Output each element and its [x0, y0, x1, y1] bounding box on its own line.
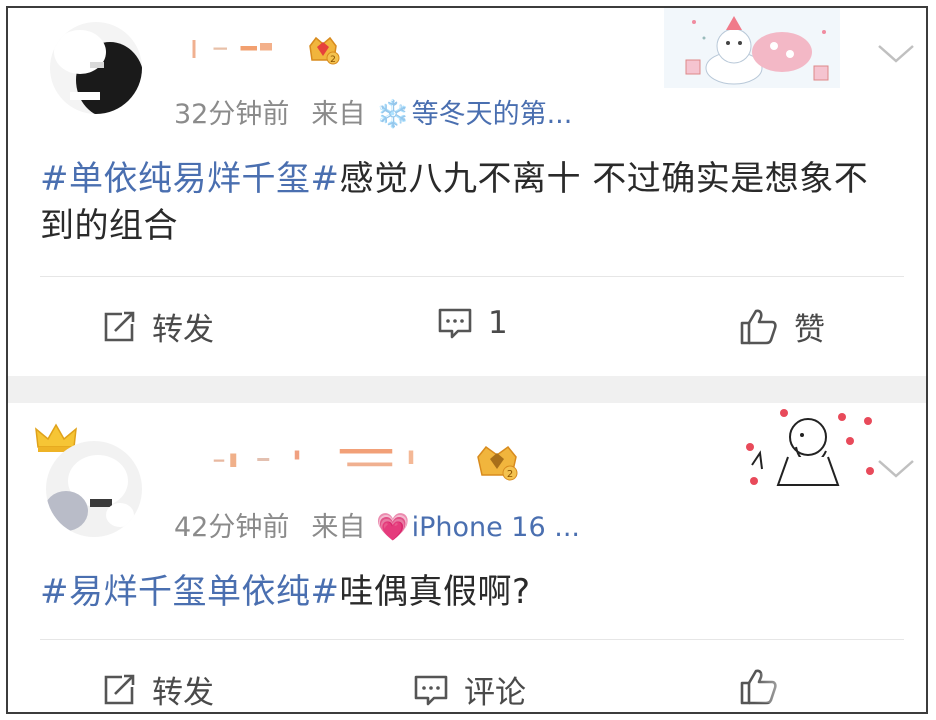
repost-button[interactable]: 转发: [100, 667, 214, 712]
feed-frame: 2 32分钟前 来自 ❄️等冬天的第... #单依纯易烊千玺#感觉八九不离十 不…: [6, 6, 928, 714]
hashtag-link[interactable]: #易烊千玺单依纯#: [40, 572, 339, 612]
divider: [40, 276, 904, 277]
weibo-post: 2 42分钟前 来自 💗iPhone 16 ... #易烊千玺单依纯#哇偶真假啊?: [8, 403, 926, 712]
like-label: 赞: [794, 312, 825, 348]
crown-badge-icon: 2: [477, 445, 518, 481]
comment-label: 评论: [464, 675, 526, 711]
post-source[interactable]: 等冬天的第...: [412, 99, 573, 130]
snowman-decoration: [664, 8, 840, 88]
avatar[interactable]: [46, 441, 142, 537]
like-icon: [740, 309, 777, 344]
divider: [40, 639, 904, 640]
repost-button[interactable]: 转发: [100, 304, 214, 349]
comment-icon: [438, 308, 472, 339]
username-blurred[interactable]: [176, 443, 466, 473]
post-text: #易烊千玺单依纯#哇偶真假啊?: [40, 569, 898, 616]
comment-icon: [414, 675, 448, 705]
like-button[interactable]: 赞: [738, 304, 825, 349]
crown-badge-icon: 2: [309, 36, 340, 65]
weibo-post: 2 32分钟前 来自 ❄️等冬天的第... #单依纯易烊千玺#感觉八九不离十 不…: [8, 8, 926, 376]
post-body: 哇偶真假啊?: [339, 572, 531, 612]
comment-count: 1: [488, 305, 508, 341]
from-label: 来自: [311, 512, 366, 543]
cartoon-decoration: [746, 409, 874, 486]
post-separator: [8, 376, 926, 403]
from-label: 来自: [311, 99, 366, 130]
post-text: #单依纯易烊千玺#感觉八九不离十 不过确实是想象不到的组合: [40, 156, 898, 250]
svg-text:2: 2: [507, 469, 513, 480]
repost-icon: [104, 674, 135, 704]
comment-button[interactable]: 评论: [412, 667, 526, 712]
post-meta: 42分钟前 来自 💗iPhone 16 ...: [174, 505, 580, 544]
svg-text:2: 2: [330, 55, 336, 65]
snowflake-icon: ❄️: [375, 99, 410, 130]
post-time: 42分钟前: [174, 512, 290, 543]
chevron-down-icon[interactable]: [876, 42, 916, 66]
post-time: 32分钟前: [174, 99, 290, 130]
comment-button[interactable]: 1: [436, 304, 508, 342]
watermark-fade: [754, 673, 926, 703]
username-blurred[interactable]: [176, 34, 296, 64]
repost-icon: [104, 311, 135, 341]
post-source[interactable]: iPhone 16 ...: [412, 512, 580, 543]
repost-label: 转发: [152, 675, 214, 711]
avatar[interactable]: [50, 22, 142, 114]
post-meta: 32分钟前 来自 ❄️等冬天的第...: [174, 92, 572, 131]
like-button[interactable]: [738, 667, 926, 707]
hashtag-link[interactable]: #单依纯易烊千玺#: [40, 159, 339, 199]
heart-icon: 💗: [375, 512, 410, 543]
chevron-down-icon[interactable]: [876, 457, 916, 481]
repost-label: 转发: [152, 312, 214, 348]
